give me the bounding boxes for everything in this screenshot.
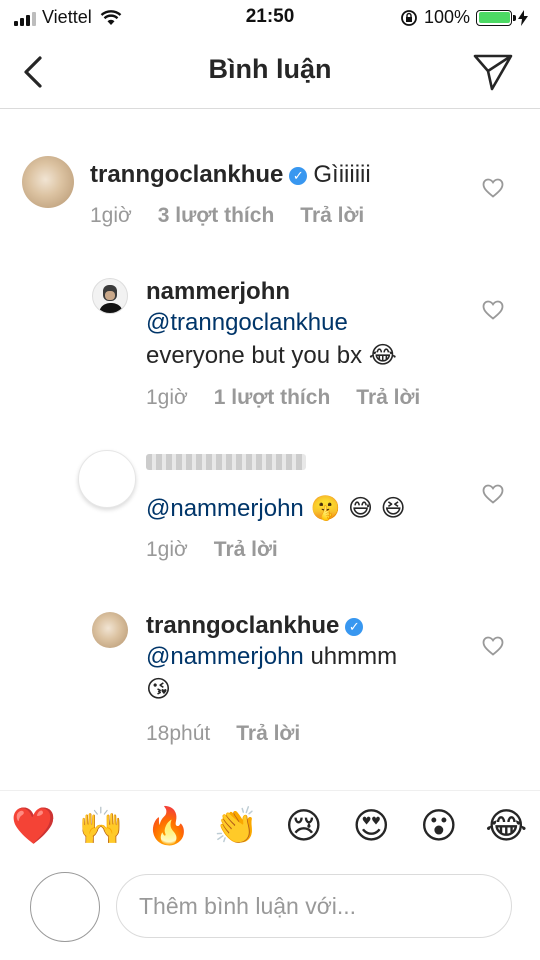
rotation-lock-icon — [401, 9, 417, 26]
my-avatar — [30, 872, 100, 942]
comment-text: Gìiiiiii — [313, 161, 371, 188]
comment-username[interactable]: nammerjohn — [146, 278, 397, 306]
reaction-cry-button[interactable]: 😢 — [277, 806, 331, 847]
comment-meta: 1giờ 1 lượt thích Trả lời — [146, 386, 446, 410]
comment-item: tranngoclankhue ✓ @nammerjohn uhmmm 😘 18p… — [0, 610, 540, 760]
comment-item: nammerjohn @tranngoclankhue everyone but… — [0, 276, 540, 416]
comment-username[interactable]: tranngoclankhue — [90, 161, 283, 188]
mention-link[interactable]: @tranngoclankhue — [146, 306, 397, 339]
comment-time: 1giờ — [146, 538, 188, 561]
comment-item: tranngoclankhue ✓ Gìiiiiii 1giờ 3 lượt thí… — [0, 150, 540, 240]
reaction-fire-button[interactable]: 🔥 — [142, 805, 196, 847]
verified-badge-icon: ✓ — [345, 618, 364, 636]
status-bar: Viettel 21:50 100% — [0, 0, 540, 36]
header-bar: Bình luận — [0, 36, 540, 109]
reaction-clap-button[interactable]: 👏 — [209, 805, 263, 847]
comment-text: everyone but you bx 😂 — [146, 342, 397, 369]
reaction-heart-eyes-button[interactable]: 😍 — [344, 806, 398, 847]
like-count[interactable]: 1 lượt thích — [214, 386, 330, 410]
comment-time: 18phút — [146, 722, 211, 745]
direct-send-icon[interactable] — [472, 52, 514, 92]
comment-time: 1giờ — [146, 386, 188, 409]
redacted-username — [146, 454, 306, 470]
charging-icon — [518, 9, 528, 26]
reaction-raised-hands-button[interactable]: 🙌 — [74, 805, 128, 847]
comment-item: @nammerjohn 🤫 😅 😆 1giờ Trả lời — [0, 442, 540, 572]
reply-button[interactable]: Trả lời — [214, 538, 278, 562]
verified-badge-icon: ✓ — [289, 167, 308, 185]
comment-meta: 18phút Trả lời — [146, 722, 326, 746]
user-photo-icon — [99, 285, 123, 313]
reply-button[interactable]: Trả lời — [300, 204, 364, 228]
reply-button[interactable]: Trả lời — [356, 386, 420, 410]
reaction-laugh-button[interactable]: 😂 — [479, 806, 533, 847]
reaction-surprised-button[interactable]: 😮 — [412, 806, 466, 847]
mention-link[interactable]: @nammerjohn — [146, 643, 304, 670]
page-title: Bình luận — [208, 54, 332, 84]
comment-input[interactable]: Thêm bình luận với... — [116, 874, 512, 938]
reaction-heart-button[interactable]: ❤️ — [7, 805, 61, 847]
quick-reaction-bar: ❤️ 🙌 🔥 👏 😢 😍 😮 😂 — [0, 790, 540, 861]
reply-button[interactable]: Trả lời — [236, 722, 300, 746]
heart-icon[interactable] — [482, 178, 504, 198]
heart-icon[interactable] — [482, 484, 504, 504]
avatar[interactable] — [22, 156, 74, 208]
avatar[interactable] — [92, 612, 128, 648]
avatar[interactable] — [78, 450, 136, 508]
heart-icon[interactable] — [482, 300, 504, 320]
like-count[interactable]: 3 lượt thích — [158, 204, 274, 228]
mention-link[interactable]: @nammerjohn — [146, 495, 304, 522]
comment-meta: 1giờ 3 lượt thích Trả lời — [90, 204, 390, 228]
battery-percent: 100% — [423, 7, 470, 27]
battery-icon — [476, 9, 516, 26]
comment-time: 1giờ — [90, 204, 132, 227]
comment-composer: Thêm bình luận với... — [0, 868, 540, 960]
comment-text: 🤫 😅 😆 — [310, 494, 406, 522]
avatar[interactable] — [92, 278, 128, 314]
comment-text: uhmmm — [310, 643, 398, 670]
comment-username[interactable]: tranngoclankhue — [146, 612, 339, 639]
heart-icon[interactable] — [482, 636, 504, 656]
comment-emoji: 😘 — [146, 675, 172, 703]
comment-meta: 1giờ Trả lời — [146, 538, 304, 562]
